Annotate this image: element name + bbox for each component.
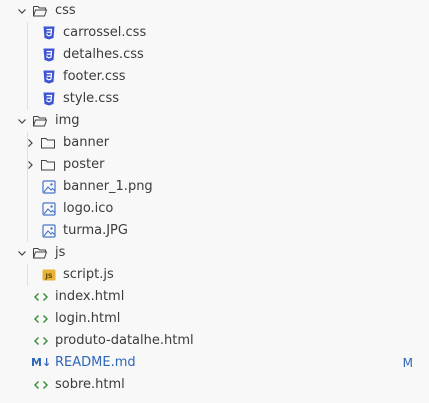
folder-open-icon — [33, 248, 48, 259]
file-label: index.html — [55, 289, 125, 304]
html-file-icon — [33, 380, 49, 390]
css-file-icon — [43, 92, 55, 106]
folder-open-icon — [33, 6, 48, 17]
file-item-modified[interactable]: M↓ README.md M — [0, 352, 429, 374]
file-label: detalhes.css — [63, 47, 144, 62]
js-file-icon: JS — [42, 269, 56, 281]
file-label: script.js — [63, 267, 114, 282]
file-label: style.css — [63, 91, 119, 106]
file-item[interactable]: detalhes.css — [0, 44, 429, 66]
file-label: sobre.html — [55, 377, 125, 392]
file-item[interactable]: style.css — [0, 88, 429, 110]
folder-poster[interactable]: poster — [0, 154, 429, 176]
html-file-icon — [33, 314, 49, 324]
file-item[interactable]: banner_1.png — [0, 176, 429, 198]
file-label: README.md — [55, 355, 136, 370]
file-item[interactable]: turma.JPG — [0, 220, 429, 242]
css-file-icon — [43, 48, 55, 62]
folder-label: img — [55, 113, 80, 128]
file-explorer: css carrossel.css detalhes.css footer.cs… — [0, 0, 429, 403]
folder-icon — [41, 160, 55, 171]
file-item[interactable]: sobre.html — [0, 374, 429, 396]
git-modified-badge: M — [402, 356, 413, 370]
markdown-file-icon: M↓ — [31, 356, 52, 369]
chevron-down-icon — [18, 119, 26, 124]
image-file-icon — [42, 224, 56, 238]
file-label: produto-datalhe.html — [55, 333, 194, 348]
folder-banner[interactable]: banner — [0, 132, 429, 154]
chevron-down-icon — [18, 251, 26, 256]
folder-img[interactable]: img — [0, 110, 429, 132]
svg-text:JS: JS — [44, 272, 52, 280]
chevron-down-icon — [18, 9, 26, 14]
file-item[interactable]: JS script.js — [0, 264, 429, 286]
file-item[interactable]: produto-datalhe.html — [0, 330, 429, 352]
file-label: turma.JPG — [63, 223, 128, 238]
file-item[interactable]: login.html — [0, 308, 429, 330]
image-file-icon — [42, 180, 56, 194]
folder-label: js — [55, 245, 66, 260]
folder-label: banner — [63, 135, 110, 150]
html-file-icon — [33, 336, 49, 346]
chevron-right-icon — [28, 161, 33, 169]
chevron-right-icon — [28, 139, 33, 147]
html-file-icon — [33, 292, 49, 302]
folder-label: poster — [63, 157, 105, 172]
file-label: footer.css — [63, 69, 126, 84]
file-label: logo.ico — [63, 201, 114, 216]
folder-css[interactable]: css — [0, 0, 429, 22]
file-item[interactable]: logo.ico — [0, 198, 429, 220]
folder-js[interactable]: js — [0, 242, 429, 264]
file-item[interactable]: carrossel.css — [0, 22, 429, 44]
file-label: banner_1.png — [63, 179, 153, 194]
file-item[interactable]: footer.css — [0, 66, 429, 88]
folder-label: css — [55, 3, 76, 18]
css-file-icon — [43, 70, 55, 84]
file-label: carrossel.css — [63, 25, 147, 40]
file-item[interactable]: index.html — [0, 286, 429, 308]
image-file-icon — [42, 202, 56, 216]
file-label: login.html — [55, 311, 121, 326]
css-file-icon — [43, 26, 55, 40]
folder-icon — [41, 138, 55, 149]
folder-open-icon — [33, 116, 48, 127]
